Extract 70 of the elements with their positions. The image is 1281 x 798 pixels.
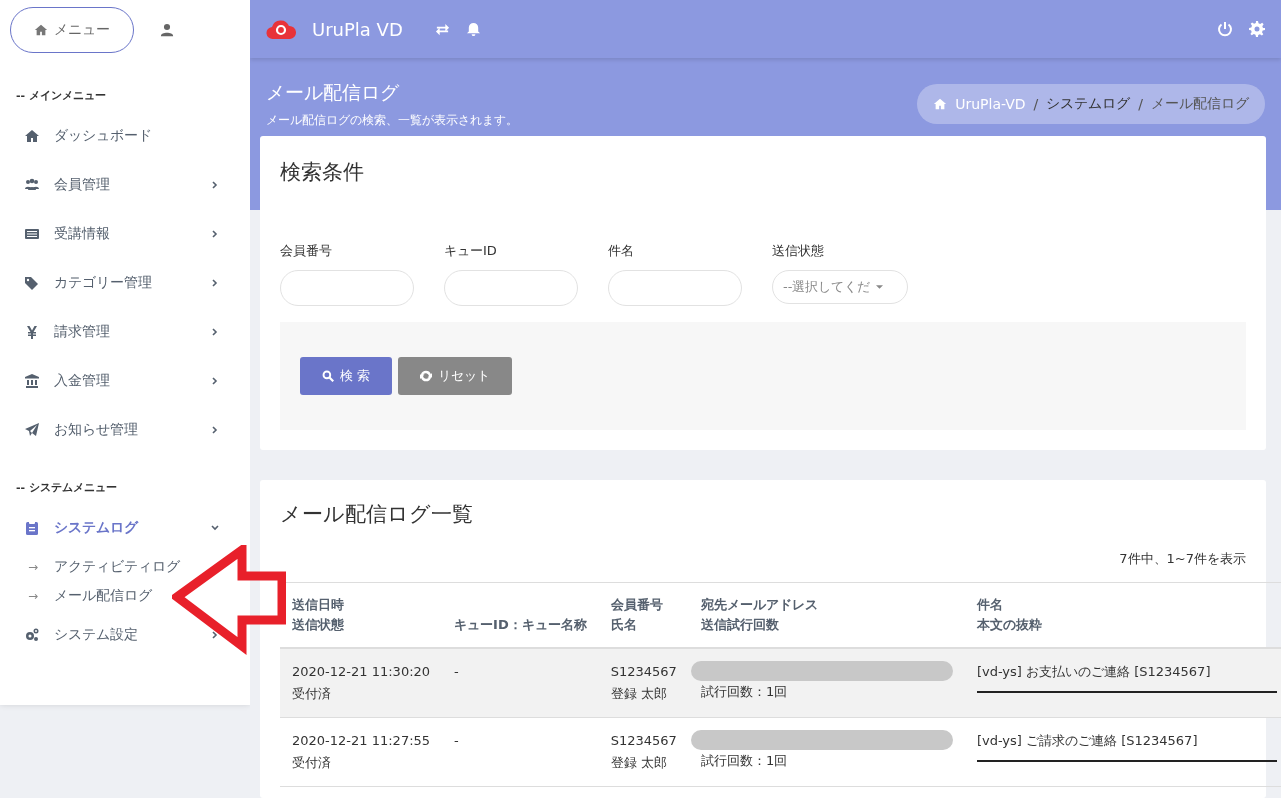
bank-icon bbox=[24, 372, 40, 389]
menu-button[interactable]: メニュー bbox=[10, 7, 134, 53]
field-label: 送信状態 bbox=[772, 242, 825, 260]
table-cell: 2020-12-21 11:27:55 受付済 bbox=[280, 717, 443, 787]
swap-icon[interactable] bbox=[434, 21, 450, 37]
sidebar-item[interactable]: ダッシュボード bbox=[0, 111, 250, 160]
sidebar-item[interactable]: お知らせ管理 bbox=[0, 405, 250, 454]
input-field[interactable] bbox=[444, 270, 578, 306]
bell-icon[interactable] bbox=[465, 21, 481, 37]
chevron-right-icon bbox=[210, 228, 220, 239]
page-title: メール配信ログ bbox=[266, 79, 400, 105]
settings-icon[interactable] bbox=[1249, 21, 1265, 37]
section-heading: -- メインメニュー bbox=[15, 88, 107, 103]
result-count: 7件中、1~7件を表示 bbox=[1118, 550, 1247, 568]
table-cell: S1234567 登録 太郎 bbox=[598, 648, 689, 718]
sidebar-item[interactable]: 受講情報 bbox=[0, 209, 250, 258]
chevron-right-icon bbox=[210, 277, 220, 288]
table-cell: - bbox=[442, 717, 599, 787]
users-icon bbox=[24, 176, 40, 193]
breadcrumb-separator: / bbox=[1138, 96, 1143, 112]
cloud-logo-icon bbox=[266, 17, 296, 41]
sidebar-item[interactable]: システムログ bbox=[0, 503, 250, 552]
paper-plane-icon bbox=[24, 421, 40, 438]
home-icon bbox=[933, 97, 948, 111]
home-icon bbox=[24, 127, 40, 144]
subject-text: [vd-ys] ご請求のご連絡 [S1234567] bbox=[976, 733, 1198, 748]
breadcrumb-link[interactable]: メール配信ログ bbox=[1151, 95, 1249, 113]
submenu-item[interactable]: → アクティビティログ bbox=[0, 552, 250, 581]
attempt-count: 試行回数：1回 bbox=[700, 684, 788, 699]
sidebar-item[interactable]: 会員管理 bbox=[0, 160, 250, 209]
search-button[interactable]: 検 索 bbox=[300, 357, 393, 395]
brand-name: UruPla VD bbox=[312, 18, 403, 40]
chevron-right-icon bbox=[210, 326, 220, 337]
power-icon[interactable] bbox=[1217, 21, 1233, 37]
sidebar-item[interactable]: 入金管理 bbox=[0, 356, 250, 405]
caret-icon bbox=[876, 285, 884, 289]
table-cell: 2020-12-21 11:30:20 受付済 bbox=[280, 648, 443, 718]
chevron-right-icon bbox=[210, 375, 220, 386]
card-title: メール配信ログ一覧 bbox=[279, 501, 474, 528]
clipboard-icon bbox=[24, 519, 40, 536]
field-label: キューID bbox=[444, 242, 498, 260]
chevron-right-icon bbox=[210, 629, 220, 640]
chevron-right-icon bbox=[210, 424, 220, 435]
sidebar-item[interactable]: 請求管理 bbox=[0, 307, 250, 356]
chevron-down-icon bbox=[210, 522, 220, 533]
card-title: 検索条件 bbox=[279, 159, 365, 186]
subject-text: [vd-ys] お支払いのご連絡 [S1234567] bbox=[976, 664, 1211, 679]
home-icon bbox=[34, 23, 48, 37]
sidebar-item[interactable]: カテゴリー管理 bbox=[0, 258, 250, 307]
breadcrumb-link[interactable]: システムログ bbox=[1046, 95, 1131, 113]
gears-icon bbox=[24, 626, 40, 643]
sidebar-item[interactable]: システム設定 bbox=[0, 610, 250, 659]
tag-icon bbox=[24, 274, 40, 291]
field-label: 件名 bbox=[608, 242, 635, 260]
table-cell: - bbox=[442, 648, 599, 718]
attempt-count: 試行回数：1回 bbox=[700, 753, 788, 768]
field-label: 会員番号 bbox=[280, 242, 333, 260]
submenu-item[interactable]: → メール配信ログ bbox=[0, 581, 250, 610]
input-field[interactable] bbox=[280, 270, 414, 306]
chevron-right-icon bbox=[210, 179, 220, 190]
table-cell: S1234567 登録 太郎 bbox=[598, 717, 689, 787]
search-icon bbox=[322, 370, 334, 382]
refresh-icon bbox=[420, 370, 433, 382]
page-subtitle: メール配信ログの検索、一覧が表示されます。 bbox=[266, 111, 518, 129]
input-field[interactable] bbox=[608, 270, 742, 306]
reset-button[interactable]: リセット bbox=[398, 357, 513, 395]
yen-icon bbox=[24, 323, 40, 340]
user-icon[interactable] bbox=[160, 23, 174, 37]
breadcrumb-separator: / bbox=[1033, 96, 1039, 112]
section-heading: -- システムメニュー bbox=[15, 480, 118, 495]
